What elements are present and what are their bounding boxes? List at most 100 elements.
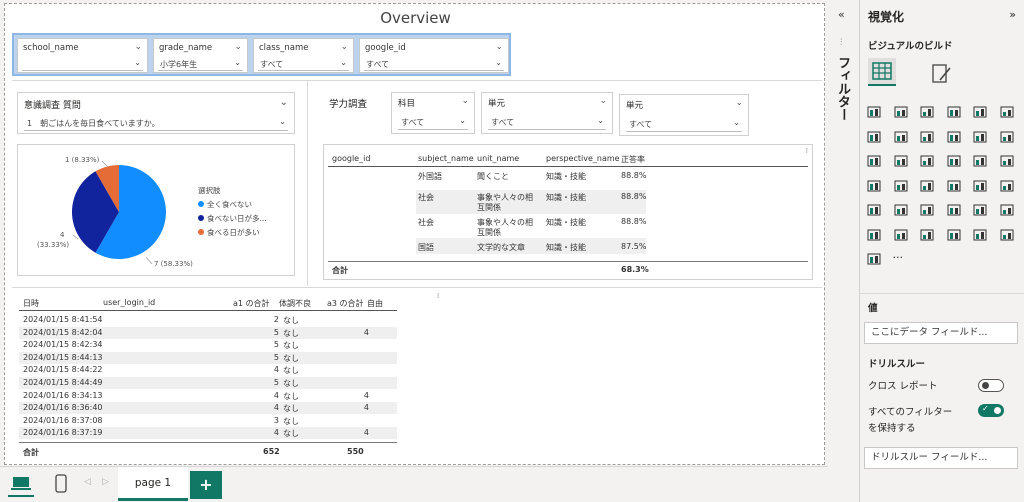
log-table[interactable]: 日時 user_login_id a1 の合計 体調不良 a3 の合計 自由 2… (17, 292, 397, 460)
azure-map-icon[interactable] (919, 178, 935, 194)
power-automate-icon[interactable] (866, 251, 882, 267)
column-header[interactable]: a3 の合計 (327, 298, 364, 309)
slicer-dropdown[interactable]: ⌄ (22, 58, 143, 71)
narrative-icon[interactable] (893, 227, 909, 243)
resize-handle-icon[interactable]: ⁞ (806, 147, 808, 155)
scatter-icon[interactable] (919, 153, 935, 169)
unit-slicer[interactable]: 単元 ⌄ すべて ⌄ (481, 92, 613, 134)
slicer-google-id[interactable]: google_id ⌄ すべて ⌄ (359, 38, 509, 73)
legend-item[interactable]: 食べる日が多い (198, 227, 267, 238)
unit-dropdown-2[interactable]: すべて ⌄ (626, 118, 742, 132)
chevron-down-icon[interactable]: ⌄ (134, 42, 142, 52)
area-chart-icon[interactable] (893, 129, 909, 145)
card-icon[interactable] (972, 178, 988, 194)
mobile-view-button[interactable] (50, 473, 72, 497)
clustered-bar-icon[interactable] (893, 104, 909, 120)
slicer-label: class_name (259, 43, 309, 53)
map-icon[interactable] (866, 178, 882, 194)
chevron-down-icon[interactable]: ⌄ (234, 42, 242, 52)
cross-report-toggle[interactable] (978, 379, 1004, 392)
line-stacked-column-icon[interactable] (972, 129, 988, 145)
paginated-report-icon[interactable] (946, 227, 962, 243)
column-header[interactable]: 日時 (23, 298, 39, 309)
more-visuals-icon[interactable]: ··· (893, 251, 909, 267)
chevron-down-icon[interactable]: ⌄ (280, 97, 288, 108)
keep-filters-toggle[interactable]: ✓ (978, 404, 1004, 417)
chevron-down-icon[interactable]: ⌄ (735, 98, 743, 108)
stacked-bar-100-icon[interactable] (919, 104, 935, 120)
filled-map-icon[interactable] (893, 178, 909, 194)
filter-strip[interactable]: « ⫶ フィルター (828, 0, 858, 470)
resize-handle-icon[interactable]: ⁞ (437, 292, 439, 300)
pie-icon[interactable] (946, 153, 962, 169)
column-header[interactable]: 自由 (367, 298, 383, 309)
prev-page-icon[interactable]: ◁ (84, 477, 91, 487)
stacked-area-icon[interactable] (919, 129, 935, 145)
desktop-view-button[interactable] (8, 471, 34, 497)
legend-item[interactable]: 全く食べない (198, 199, 267, 210)
tab-page-1[interactable]: page 1 (118, 467, 188, 501)
matrix-icon[interactable] (946, 202, 962, 218)
slicer-school-name[interactable]: school_name ⌄ ⌄ (17, 38, 148, 73)
stacked-column-icon[interactable] (946, 104, 962, 120)
collapse-left-icon[interactable]: « (838, 8, 845, 21)
slicer-dropdown[interactable]: すべて ⌄ (364, 58, 504, 71)
slicer-dropdown[interactable]: すべて ⌄ (258, 58, 349, 71)
gauge-icon[interactable] (946, 178, 962, 194)
multirow-card-icon[interactable] (999, 178, 1015, 194)
stacked-column-100-icon[interactable] (999, 104, 1015, 120)
slicer-icon[interactable] (893, 202, 909, 218)
next-page-icon[interactable]: ▷ (102, 477, 109, 487)
stacked-bar-icon[interactable] (866, 104, 882, 120)
format-visual-tab[interactable] (928, 60, 954, 86)
add-page-button[interactable]: + (190, 471, 222, 499)
column-header[interactable]: unit_name (477, 154, 519, 163)
waterfall-icon[interactable] (866, 153, 882, 169)
chevron-down-icon[interactable]: ⌄ (599, 96, 607, 106)
line-chart-icon[interactable] (866, 129, 882, 145)
column-header[interactable]: user_login_id (103, 298, 155, 307)
kpi-icon[interactable] (866, 202, 882, 218)
subject-slicer[interactable]: 科目 ⌄ すべて ⌄ (391, 92, 475, 134)
expand-right-icon[interactable]: » (1009, 8, 1016, 21)
donut-icon[interactable] (972, 153, 988, 169)
qna-icon[interactable] (866, 227, 882, 243)
filter-toggle-icon[interactable]: ⫶ (840, 38, 842, 48)
academic-table[interactable]: ⁞ google_id subject_name unit_name persp… (323, 144, 813, 280)
legend-item[interactable]: 食べない日が多... (198, 213, 267, 224)
arcgis-icon[interactable] (972, 227, 988, 243)
clustered-column-icon[interactable] (972, 104, 988, 120)
column-header[interactable]: a1 の合計 (233, 298, 270, 309)
survey-slicer[interactable]: 意識調査 質問 ⌄ 1 朝ごはんを毎日食べていますか。 ⌄ (17, 92, 295, 134)
ribbon-chart-icon[interactable] (999, 129, 1015, 145)
survey-dropdown[interactable]: 1 朝ごはんを毎日食べていますか。 ⌄ (24, 117, 288, 131)
line-column-icon[interactable] (946, 129, 962, 145)
power-apps-icon[interactable] (999, 227, 1015, 243)
funnel-icon[interactable] (893, 153, 909, 169)
filters-pane-label[interactable]: フィルター (835, 56, 852, 121)
column-header[interactable]: subject_name (418, 154, 474, 163)
unit-slicer-2[interactable]: 単元 ⌄ すべて ⌄ (619, 94, 749, 136)
chevron-down-icon[interactable]: ⌄ (340, 42, 348, 52)
column-header[interactable]: google_id (332, 154, 370, 163)
slicer-dropdown[interactable]: 小学6年生 ⌄ (158, 58, 243, 71)
column-header[interactable]: perspective_name (546, 154, 620, 163)
column-header[interactable]: 正答率 (621, 154, 645, 165)
treemap-icon[interactable] (999, 153, 1015, 169)
subject-dropdown[interactable]: すべて ⌄ (398, 116, 468, 130)
decomposition-tree-icon[interactable] (972, 202, 988, 218)
key-influencers-icon[interactable] (999, 202, 1015, 218)
chevron-down-icon[interactable]: ⌄ (495, 42, 503, 52)
values-well[interactable]: ここにデータ フィールド... (864, 322, 1018, 344)
goals-icon[interactable] (919, 227, 935, 243)
slicer-grade-name[interactable]: grade_name ⌄ 小学6年生 ⌄ (153, 38, 248, 73)
slicer-class-name[interactable]: class_name ⌄ すべて ⌄ (253, 38, 354, 73)
build-visual-tab[interactable] (868, 58, 896, 86)
table-icon[interactable] (919, 202, 935, 218)
pie-chart-visual[interactable]: 7 (58.33%) 4 (33.33%) 1 (8.33%) 選択肢 全く食べ… (17, 144, 295, 276)
unit-dropdown[interactable]: すべて ⌄ (488, 116, 606, 130)
column-header[interactable]: 体調不良 (279, 298, 311, 309)
keep-filters-label: すべてのフィルター (868, 407, 953, 418)
drillthrough-well[interactable]: ドリルスルー フィールド... (864, 447, 1018, 469)
chevron-down-icon[interactable]: ⌄ (461, 96, 469, 106)
